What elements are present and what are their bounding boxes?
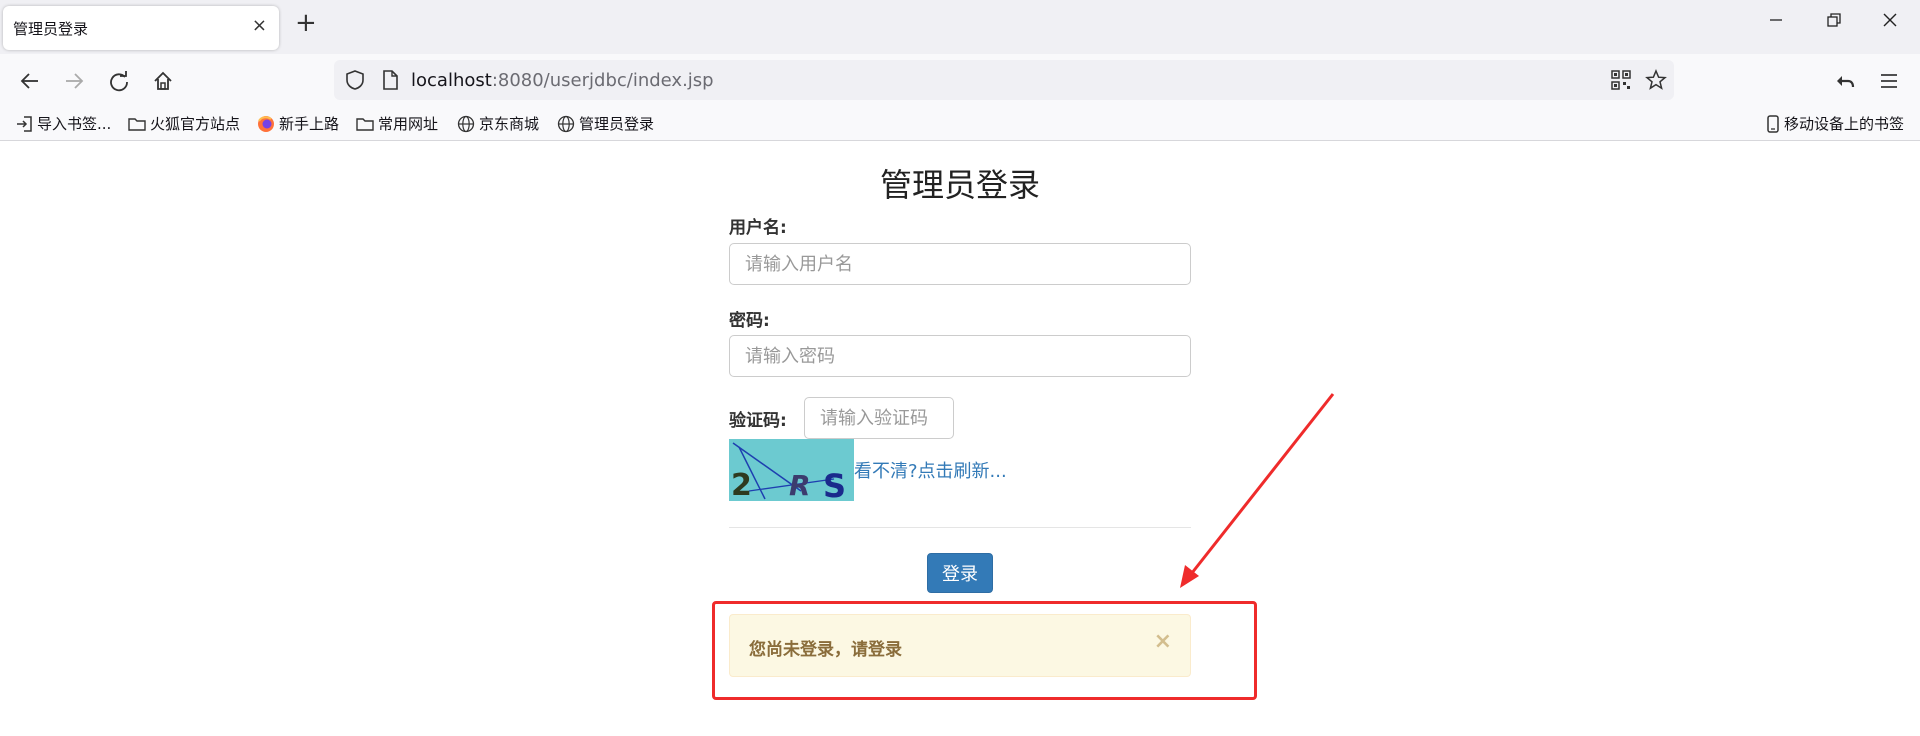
bookmark-jd[interactable]: 京东商城 — [457, 113, 539, 134]
reload-icon[interactable] — [104, 66, 134, 96]
bookmark-getting-started[interactable]: 新手上路 — [257, 113, 339, 134]
folder-icon — [128, 117, 146, 131]
captcha-char: R — [789, 469, 811, 501]
bookmark-import[interactable]: 导入书签... — [15, 113, 111, 134]
undo-icon[interactable] — [1830, 66, 1860, 96]
bookmark-common-sites[interactable]: 常用网址 — [356, 113, 438, 134]
captcha-char: 2 — [731, 468, 752, 501]
folder-icon — [356, 117, 374, 131]
tab-bar: 管理员登录 × + — [0, 0, 1920, 54]
restore-icon[interactable] — [1826, 12, 1842, 33]
url-text[interactable]: localhost:8080/userjdbc/index.jsp — [411, 70, 714, 91]
nav-bar: localhost:8080/userjdbc/index.jsp — [0, 54, 1920, 108]
page-icon — [375, 65, 405, 95]
bookmark-label: 导入书签... — [37, 115, 112, 133]
bookmark-label: 京东商城 — [479, 115, 540, 133]
close-window-icon[interactable] — [1882, 12, 1898, 33]
bookmark-label: 管理员登录 — [579, 115, 655, 133]
captcha-input[interactable] — [804, 397, 954, 439]
divider — [729, 527, 1191, 528]
annotation-highlight-box — [712, 601, 1257, 700]
password-label: 密码: — [729, 311, 770, 331]
forward-icon[interactable] — [59, 66, 89, 96]
firefox-icon — [258, 115, 274, 132]
minimize-icon[interactable] — [1768, 12, 1784, 33]
bookmark-admin-login[interactable]: 管理员登录 — [557, 113, 654, 134]
refresh-captcha-link[interactable]: 看不清?点击刷新... — [854, 457, 1007, 483]
tab-title: 管理员登录 — [13, 20, 89, 38]
username-input[interactable] — [729, 243, 1191, 285]
url-path: :8080/userjdbc/index.jsp — [491, 70, 714, 91]
import-icon — [17, 115, 32, 132]
bookmark-mobile[interactable]: 移动设备上的书签 — [1766, 113, 1904, 134]
bookmark-label: 移动设备上的书签 — [1784, 115, 1905, 133]
captcha-char: S — [823, 467, 846, 501]
menu-icon[interactable] — [1874, 66, 1904, 96]
captcha-graphic: 2 R S — [731, 442, 846, 505]
mobile-icon — [1767, 114, 1779, 133]
bookmark-firefox-site[interactable]: 火狐官方站点 — [128, 113, 240, 134]
new-tab-button[interactable]: + — [295, 10, 317, 36]
bookmark-label: 新手上路 — [279, 115, 340, 133]
globe-icon — [557, 115, 575, 132]
login-button[interactable]: 登录 — [927, 553, 993, 593]
tab-admin-login[interactable]: 管理员登录 × — [3, 6, 279, 50]
tab-close-icon[interactable]: × — [252, 15, 267, 36]
captcha-label: 验证码: — [729, 411, 787, 431]
url-host: localhost — [411, 70, 492, 91]
password-input[interactable] — [729, 335, 1191, 377]
qr-code-icon[interactable] — [1606, 65, 1636, 95]
bookmark-label: 常用网址 — [378, 115, 439, 133]
page-title: 管理员登录 — [879, 166, 1040, 204]
captcha-image[interactable]: 2 R S — [729, 439, 854, 505]
star-icon[interactable] — [1641, 65, 1671, 95]
globe-icon — [457, 115, 475, 132]
username-label: 用户名: — [729, 218, 787, 238]
bookmark-label: 火狐官方站点 — [150, 115, 241, 133]
home-icon[interactable] — [148, 66, 178, 96]
url-bar[interactable]: localhost:8080/userjdbc/index.jsp — [334, 60, 1674, 100]
back-icon[interactable] — [15, 66, 45, 96]
bookmarks-bar: 导入书签... 火狐官方站点 新手上路 常用网址 京东商城 管理员登录 移动设备… — [0, 108, 1920, 141]
shield-icon[interactable] — [340, 65, 370, 95]
